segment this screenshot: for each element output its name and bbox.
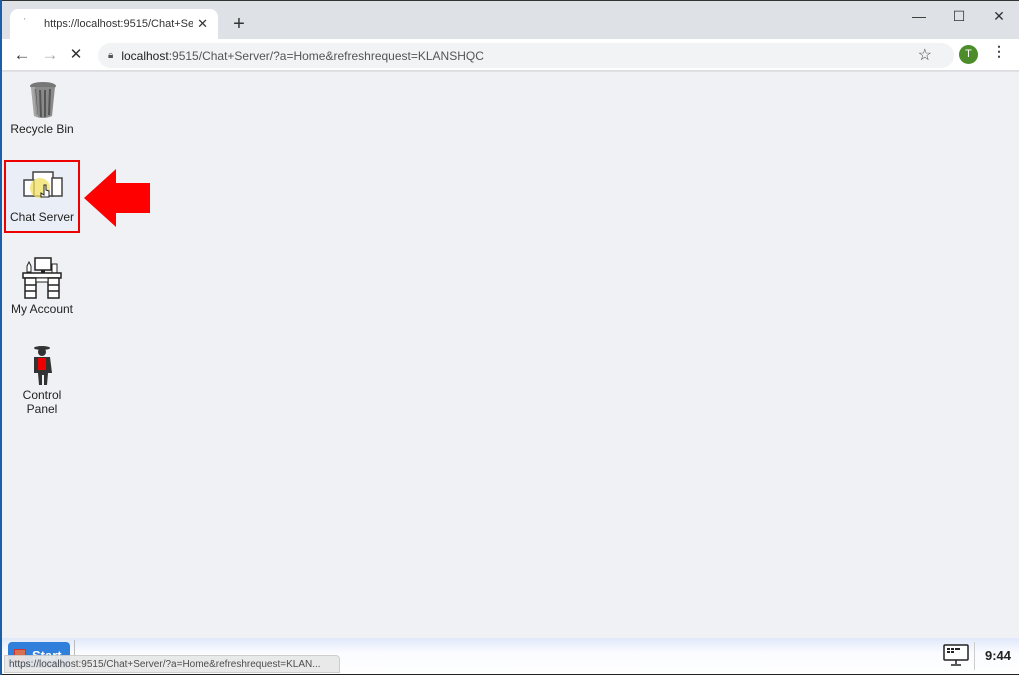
browser-tab[interactable]: ' https://localhost:9515/Chat+Serv ✕	[10, 9, 218, 39]
red-arrow-annotation-icon	[84, 169, 150, 227]
desktop-icon-recycle-bin[interactable]: Recycle Bin	[4, 80, 80, 136]
url-text: localhost:9515/Chat+Server/?a=Home&refre…	[121, 49, 484, 63]
tray-separator	[974, 642, 975, 670]
tab-strip: ' https://localhost:9515/Chat+Serv ✕ + —…	[2, 1, 1019, 39]
person-icon	[34, 346, 52, 385]
taskbar-clock[interactable]: 9:44	[985, 648, 1011, 663]
trash-icon	[30, 82, 56, 118]
icon-label: My Account	[10, 302, 74, 316]
profile-avatar[interactable]: T	[959, 45, 978, 64]
close-window-button[interactable]: ✕	[979, 1, 1019, 31]
desktop-icon-chat-server[interactable]: Chat Server	[4, 160, 80, 233]
lock-icon: 🔒︎	[108, 50, 114, 61]
icon-label: Chat Server	[9, 210, 75, 224]
chat-server-icon	[23, 171, 63, 198]
desk-icon	[22, 257, 62, 299]
desktop-icon-my-account[interactable]: My Account	[4, 256, 80, 316]
browser-menu-icon[interactable]: ⋮	[992, 43, 1006, 60]
address-bar[interactable]: 🔒︎ localhost:9515/Chat+Server/?a=Home&re…	[98, 43, 954, 68]
tab-title: https://localhost:9515/Chat+Serv	[44, 18, 194, 30]
icon-label: Recycle Bin	[10, 122, 74, 136]
window-controls: — ☐ ✕	[899, 1, 1019, 31]
icon-label: Control Panel	[22, 388, 62, 416]
new-tab-button[interactable]: +	[228, 13, 250, 35]
maximize-button[interactable]: ☐	[939, 1, 979, 31]
forward-button[interactable]: →	[40, 45, 60, 65]
bookmark-star-icon[interactable]: ☆	[918, 45, 932, 65]
tab-close-icon[interactable]: ✕	[197, 16, 208, 32]
back-button[interactable]: ←	[12, 45, 32, 65]
desktop: Recycle Bin Chat Server My Account Contr…	[2, 72, 1019, 638]
browser-toolbar: ← → ✕ 🔒︎ localhost:9515/Chat+Server/?a=H…	[2, 39, 1019, 71]
loading-favicon-icon: '	[24, 17, 26, 26]
stop-loading-button[interactable]: ✕	[66, 45, 86, 65]
link-status-bar: https://localhost:9515/Chat+Server/?a=Ho…	[4, 655, 340, 673]
browser-window: ' https://localhost:9515/Chat+Serv ✕ + —…	[2, 0, 1019, 675]
url-path: :9515/Chat+Server/?a=Home&refreshrequest…	[168, 48, 484, 63]
url-host: localhost	[121, 48, 169, 63]
monitor-tray-icon[interactable]	[943, 644, 969, 666]
desktop-icon-control-panel[interactable]: Control Panel	[4, 344, 80, 416]
minimize-button[interactable]: —	[899, 1, 939, 31]
